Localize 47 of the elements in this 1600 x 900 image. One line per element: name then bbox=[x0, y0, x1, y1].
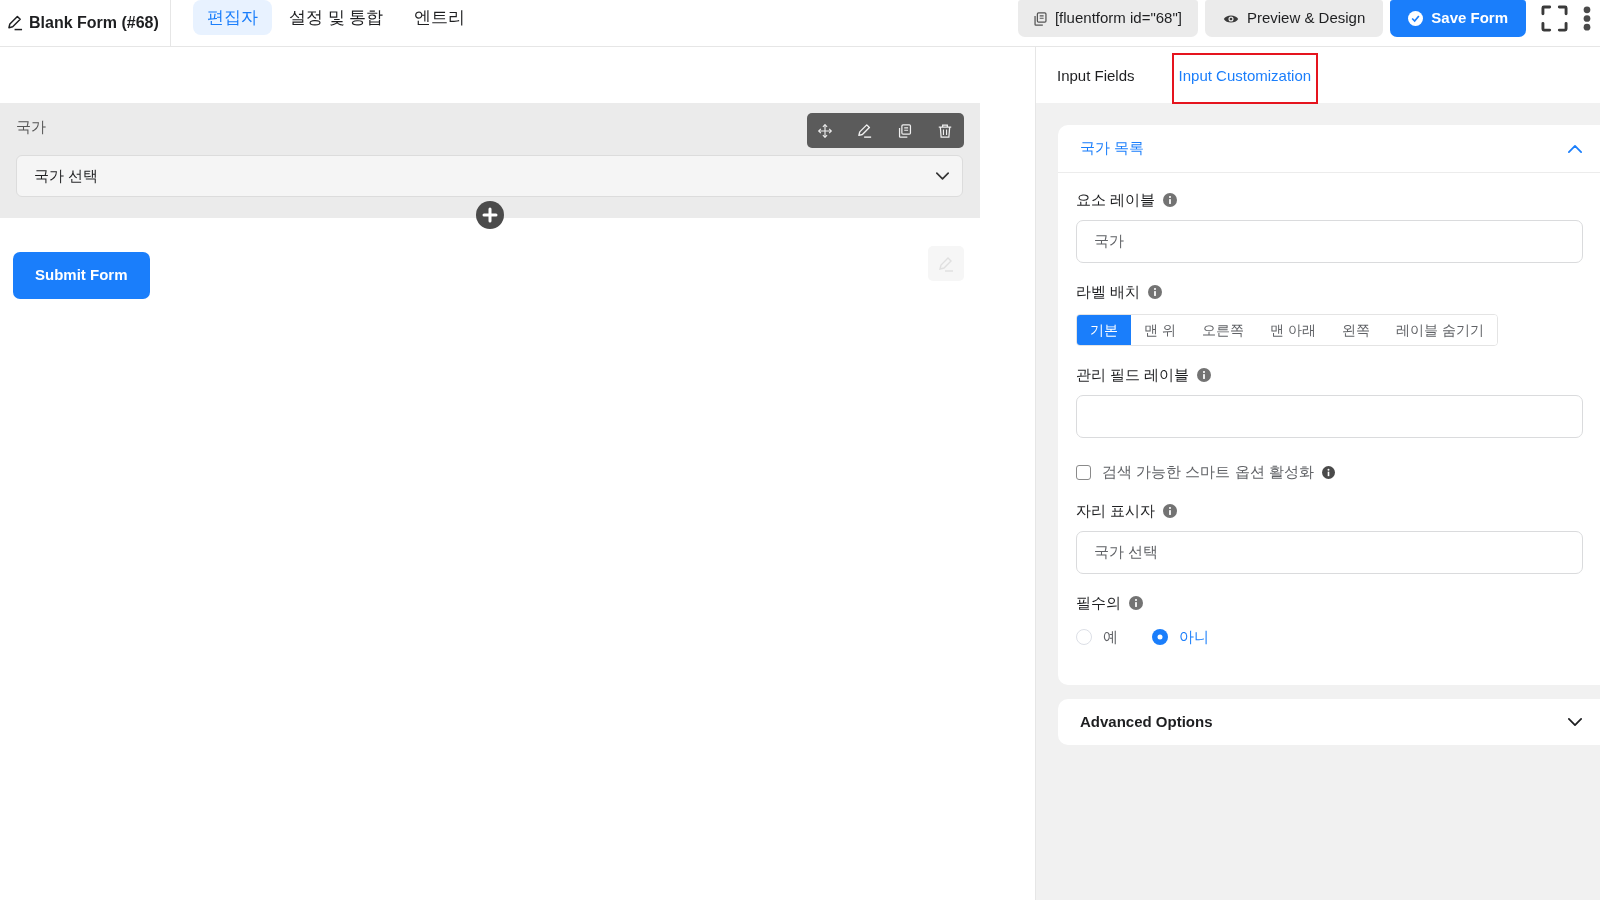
trash-icon[interactable] bbox=[938, 123, 952, 138]
panel-tab[interactable]: Input Customization bbox=[1171, 53, 1319, 104]
panel-tab[interactable]: Input Fields bbox=[1050, 53, 1142, 104]
move-icon[interactable] bbox=[818, 123, 832, 138]
shortcode-button[interactable]: [fluentform id="68"] bbox=[1017, 0, 1198, 37]
info-icon[interactable] bbox=[1129, 596, 1143, 610]
info-icon[interactable] bbox=[1148, 285, 1163, 299]
text-field[interactable]: 국가 bbox=[1076, 220, 1583, 263]
field-label: 관리 필드 레이블 bbox=[1076, 364, 1190, 385]
info-icon[interactable] bbox=[1163, 193, 1178, 207]
submit-button[interactable]: Submit Form bbox=[13, 252, 150, 299]
field-label: 라벨 배치 bbox=[1076, 281, 1141, 302]
pencil-icon[interactable] bbox=[858, 123, 872, 138]
info-icon[interactable] bbox=[1197, 368, 1212, 382]
segment-option[interactable]: 기본 bbox=[1077, 315, 1131, 345]
radio-icon[interactable] bbox=[1076, 629, 1092, 645]
copy-icon[interactable] bbox=[898, 123, 912, 138]
text-field[interactable]: 국가 선택 bbox=[1076, 531, 1583, 574]
radio-option[interactable]: 아니 bbox=[1152, 625, 1209, 649]
chevron-down-icon bbox=[936, 172, 949, 180]
accordion-header[interactable]: Advanced Options bbox=[1058, 699, 1600, 745]
field-label: 요소 레이블 bbox=[1076, 189, 1156, 210]
info-icon[interactable] bbox=[1321, 465, 1335, 479]
field-label: 필수의 bbox=[1076, 592, 1121, 613]
checkbox-label[interactable]: 검색 가능한 스마트 옵션 활성화 bbox=[1102, 460, 1314, 484]
kebab-menu-icon[interactable] bbox=[1583, 6, 1591, 31]
eye-icon bbox=[1222, 13, 1239, 24]
text-field[interactable] bbox=[1076, 395, 1583, 438]
accordion-header[interactable]: 국가 목록 bbox=[1058, 125, 1600, 173]
pencil-icon bbox=[8, 15, 23, 31]
info-icon[interactable] bbox=[1163, 504, 1178, 518]
field-label: 자리 표시자 bbox=[1076, 500, 1156, 521]
form-title: Blank Form (#68) bbox=[29, 13, 159, 33]
nav-tab[interactable]: 엔트리 bbox=[400, 0, 480, 35]
radio-option[interactable]: 예 bbox=[1076, 625, 1118, 649]
fullscreen-icon[interactable] bbox=[1541, 5, 1568, 32]
radio-icon[interactable] bbox=[1152, 629, 1168, 645]
checkbox[interactable] bbox=[1076, 464, 1091, 480]
plus-icon[interactable] bbox=[476, 201, 504, 229]
field-label: 국가 bbox=[16, 117, 46, 137]
nav-tab[interactable]: 편집자 bbox=[192, 0, 272, 35]
nav-tab[interactable]: 설정 및 통합 bbox=[274, 0, 398, 35]
check-circle-icon bbox=[1408, 11, 1424, 26]
select-field[interactable]: 국가 선택 bbox=[16, 155, 963, 197]
save-button[interactable]: Save Form bbox=[1390, 0, 1526, 37]
copy-icon bbox=[1033, 11, 1047, 26]
preview-button[interactable]: Preview & Design bbox=[1204, 0, 1384, 37]
